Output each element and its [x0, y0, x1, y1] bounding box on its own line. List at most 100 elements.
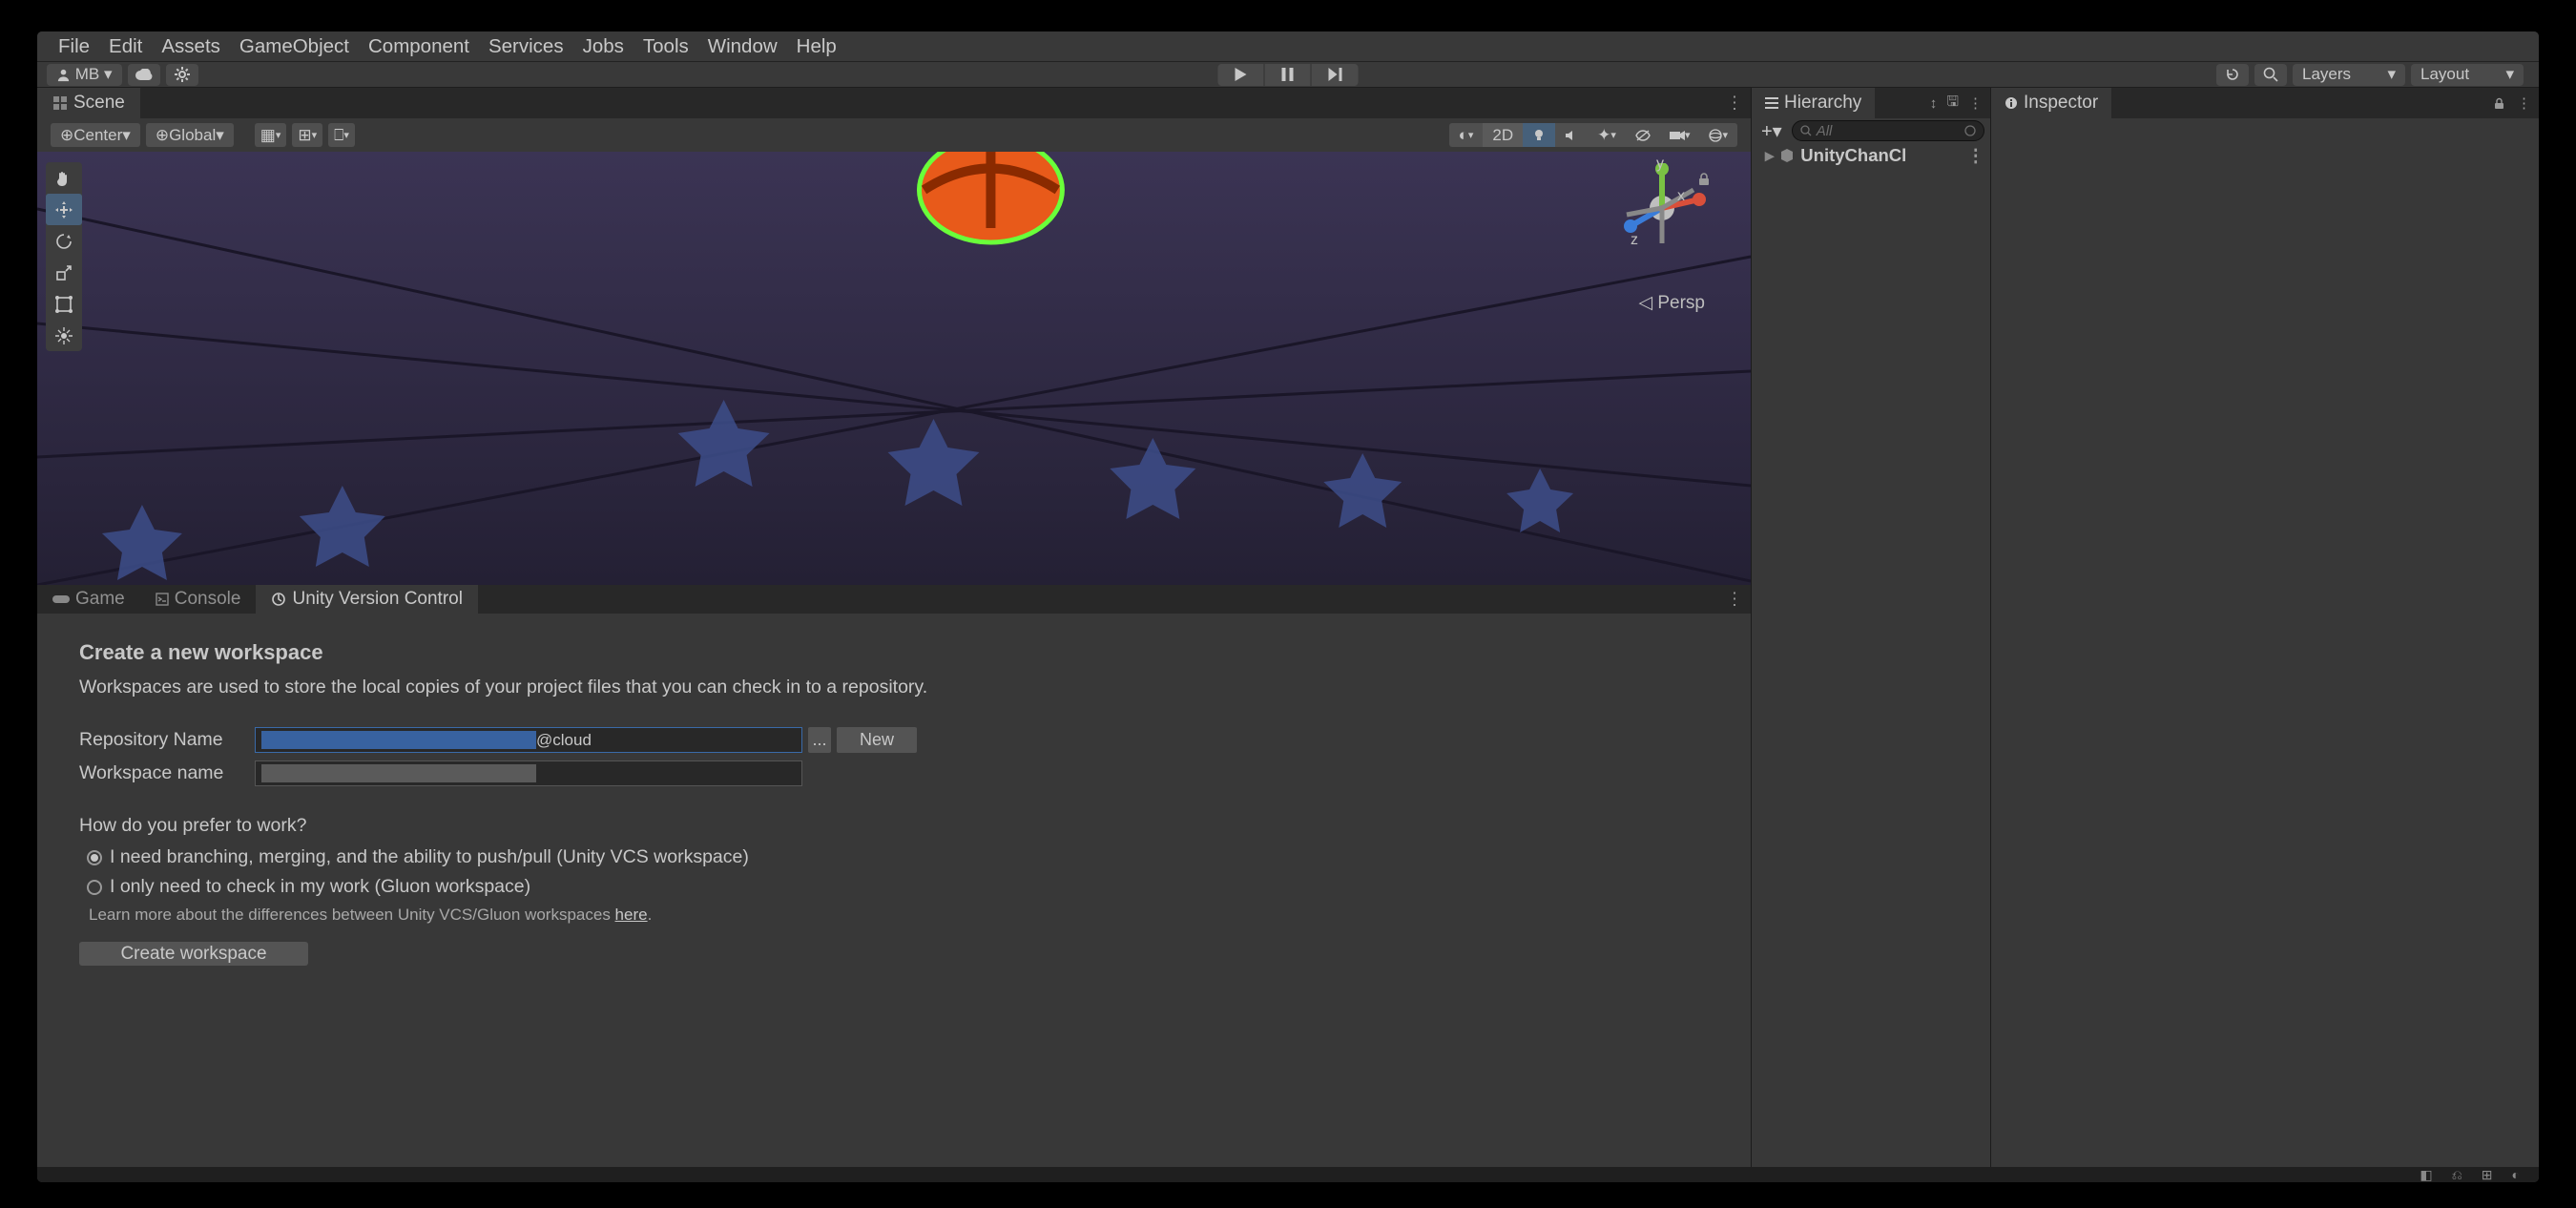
- move-tool[interactable]: [46, 194, 82, 225]
- hierarchy-tab[interactable]: Hierarchy: [1752, 88, 1875, 118]
- pause-button[interactable]: [1265, 64, 1312, 86]
- handle-label: Global: [169, 126, 216, 145]
- menu-services[interactable]: Services: [479, 35, 573, 58]
- uvc-tab[interactable]: Unity Version Control: [256, 585, 477, 614]
- repo-name-input[interactable]: @cloud: [255, 727, 802, 753]
- hierarchy-root-item[interactable]: ▸ UnityChanCl ⋮: [1752, 143, 1990, 168]
- status-icon-4[interactable]: ◐: [2512, 1167, 2520, 1182]
- lighting-toggle[interactable]: [1523, 123, 1555, 147]
- layers-dropdown[interactable]: Layers▾: [2293, 64, 2405, 86]
- hierarchy-menu[interactable]: ⋮: [1968, 94, 1983, 112]
- search-type-icon[interactable]: [1964, 125, 1976, 136]
- gizmo-z-label: z: [1631, 232, 1638, 249]
- uvc-icon: [271, 592, 286, 607]
- snap-increment-button[interactable]: ⊞ ▾: [292, 123, 322, 147]
- layers-label: Layers: [2302, 65, 2351, 84]
- bottom-panel-menu[interactable]: ⋮: [1726, 590, 1743, 610]
- info-icon: [2005, 96, 2018, 110]
- menu-file[interactable]: File: [49, 35, 99, 58]
- workflow-option-vcs[interactable]: I need branching, merging, and the abili…: [87, 846, 1709, 868]
- repo-browse-button[interactable]: ...: [808, 727, 831, 753]
- play-button[interactable]: [1218, 64, 1265, 86]
- menu-tools[interactable]: Tools: [634, 35, 698, 58]
- hierarchy-add-button[interactable]: +▾: [1757, 119, 1786, 143]
- projection-label[interactable]: ◁ Persp: [1638, 292, 1705, 314]
- camera-icon: [1670, 130, 1685, 141]
- audio-toggle[interactable]: [1555, 123, 1588, 147]
- hierarchy-toolbar: +▾ All: [1752, 118, 1990, 143]
- inspector-tab[interactable]: Inspector: [1991, 88, 2111, 118]
- scale-tool[interactable]: [46, 257, 82, 288]
- console-tab[interactable]: Console: [140, 585, 257, 614]
- layout-dropdown[interactable]: Layout▾: [2411, 64, 2524, 86]
- hierarchy-root-label: UnityChanCl: [1800, 145, 1906, 166]
- hierarchy-panel: Hierarchy ↕ 🖫 ⋮ +▾ All ▸ UnityC: [1752, 88, 1991, 1167]
- fx-dropdown[interactable]: ✦ ▾: [1588, 123, 1626, 147]
- transform-tool[interactable]: [46, 320, 82, 351]
- menu-help[interactable]: Help: [787, 35, 846, 58]
- workflow-learn-more-link[interactable]: here: [615, 906, 648, 924]
- bottom-panel: Game Console Unity Version Control ⋮ Cre…: [37, 585, 1751, 1167]
- status-icon-3[interactable]: ⊞: [2482, 1167, 2493, 1183]
- view-tool[interactable]: [46, 162, 82, 194]
- pivot-dropdown[interactable]: ⊕ Center ▾: [51, 123, 140, 147]
- menu-assets[interactable]: Assets: [152, 35, 230, 58]
- draw-mode-dropdown[interactable]: ◐ ▾: [1449, 123, 1484, 147]
- workflow-question: How do you prefer to work?: [79, 815, 1709, 837]
- scene-tab[interactable]: Scene: [37, 88, 140, 118]
- hierarchy-tab-label: Hierarchy: [1784, 93, 1861, 114]
- rect-tool[interactable]: [46, 288, 82, 320]
- undo-history-button[interactable]: [2216, 64, 2249, 86]
- chevron-down-icon: ▾: [2505, 65, 2514, 84]
- handle-dropdown[interactable]: ⊕ Global ▾: [146, 123, 234, 147]
- scene-panel-menu[interactable]: ⋮: [1726, 94, 1743, 114]
- user-icon: [56, 68, 71, 82]
- settings-button[interactable]: [166, 64, 198, 86]
- orientation-gizmo[interactable]: y x z: [1617, 163, 1707, 253]
- play-icon: [1236, 68, 1247, 81]
- menu-edit[interactable]: Edit: [99, 35, 152, 58]
- create-workspace-button[interactable]: Create workspace: [79, 942, 308, 966]
- bottom-tabbar: Game Console Unity Version Control ⋮: [37, 585, 1751, 614]
- grid-snap-button[interactable]: ▦ ▾: [255, 123, 287, 147]
- transform-icon: [55, 327, 73, 344]
- scene-view[interactable]: y x z ◁ Persp: [37, 152, 1751, 585]
- step-button[interactable]: [1312, 64, 1359, 86]
- workspace-name-label: Workspace name: [79, 762, 255, 784]
- cloud-button[interactable]: [128, 64, 160, 86]
- account-dropdown[interactable]: MB ▾: [47, 64, 122, 86]
- repo-name-label: Repository Name: [79, 729, 255, 751]
- camera-dropdown[interactable]: ▾: [1660, 123, 1700, 147]
- main-area: Scene ⋮ ⊕ Center ▾ ⊕ Global ▾ ▦ ▾ ⊞ ▾ ⎕ …: [37, 88, 2539, 1167]
- hierarchy-sort-icon[interactable]: ↕: [1930, 95, 1938, 112]
- rotate-tool[interactable]: [46, 225, 82, 257]
- play-controls: [1218, 64, 1359, 86]
- repo-name-value: @cloud: [536, 731, 592, 750]
- 2d-toggle[interactable]: 2D: [1483, 123, 1523, 147]
- app-window: File Edit Assets GameObject Component Se…: [36, 31, 2540, 1183]
- menu-gameobject[interactable]: GameObject: [230, 35, 359, 58]
- inspector-menu[interactable]: ⋮: [2517, 94, 2531, 112]
- lock-icon[interactable]: [2493, 97, 2505, 110]
- menu-component[interactable]: Component: [359, 35, 479, 58]
- status-icon-2[interactable]: ⎌: [2452, 1167, 2462, 1183]
- search-button[interactable]: [2254, 64, 2287, 86]
- menu-window[interactable]: Window: [698, 35, 787, 58]
- hidden-toggle[interactable]: [1626, 123, 1660, 147]
- gizmos-dropdown[interactable]: ▾: [1699, 123, 1737, 147]
- hierarchy-save-icon[interactable]: 🖫: [1946, 92, 1959, 115]
- workflow-option-gluon[interactable]: I only need to check in my work (Gluon w…: [87, 876, 1709, 898]
- inspector-tabbar: Inspector ⋮: [1991, 88, 2539, 118]
- game-tab[interactable]: Game: [37, 585, 140, 614]
- menu-jobs[interactable]: Jobs: [573, 35, 634, 58]
- hierarchy-item-menu[interactable]: ⋮: [1967, 145, 1985, 166]
- cloud-icon: [135, 69, 153, 80]
- hierarchy-search[interactable]: All: [1792, 120, 1984, 141]
- status-icon-1[interactable]: ◧: [2420, 1167, 2432, 1183]
- workspace-name-input[interactable]: [255, 760, 802, 786]
- gizmo-lock-icon[interactable]: [1697, 173, 1711, 186]
- inspector-panel: Inspector ⋮: [1991, 88, 2539, 1167]
- snap-toggle[interactable]: ⎕ ▾: [328, 123, 355, 147]
- repo-new-button[interactable]: New: [837, 727, 917, 753]
- hierarchy-tabbar: Hierarchy ↕ 🖫 ⋮: [1752, 88, 1990, 118]
